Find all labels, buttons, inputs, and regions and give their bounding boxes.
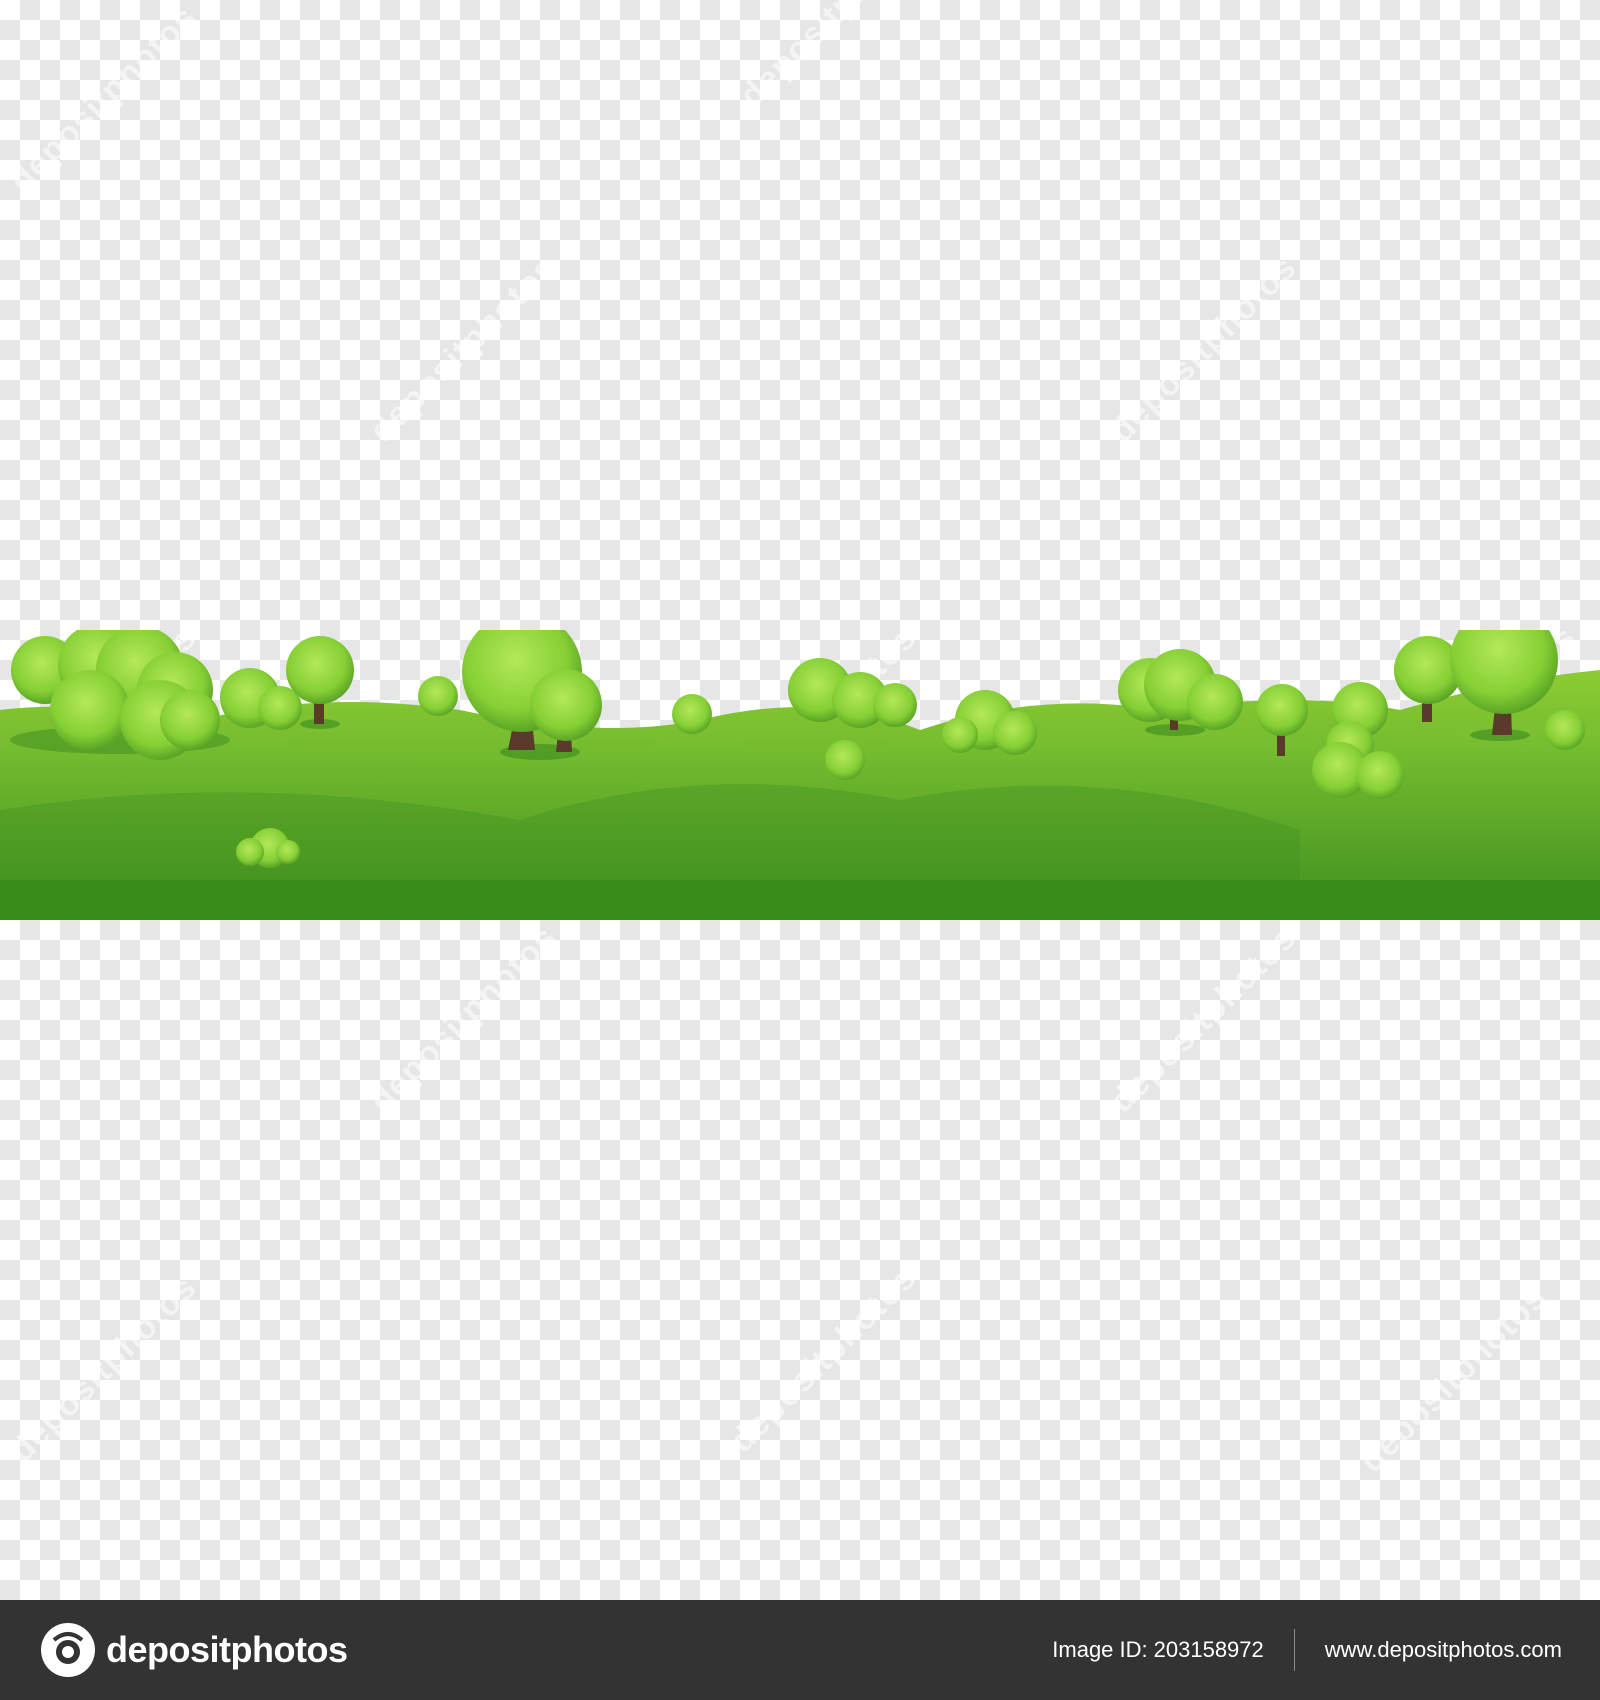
- bush-cluster-center: [788, 658, 917, 728]
- brand[interactable]: depositphotos: [40, 1622, 348, 1678]
- ground-strip: [0, 880, 1600, 920]
- bush: [1545, 710, 1585, 750]
- watermark: depositphotos: [732, 0, 935, 115]
- bush: [672, 694, 712, 734]
- divider: [1293, 1629, 1295, 1671]
- footer-info: Image ID: 203158972 www.depositphotos.co…: [1052, 1629, 1562, 1671]
- bush: [418, 676, 458, 716]
- watermark: depositphotos: [2, 1268, 205, 1470]
- watermark: depositphotos: [2, 0, 205, 200]
- watermark: depositphotos: [1102, 918, 1305, 1120]
- camera-logo-icon: [41, 1623, 95, 1677]
- bush-cluster-left: [10, 630, 230, 760]
- green-landscape: [0, 630, 1600, 920]
- watermark: depositphotos: [1102, 248, 1305, 450]
- bush: [825, 740, 865, 780]
- watermark: depositphotos: [1352, 1278, 1555, 1480]
- footer-bar: depositphotos Image ID: 203158972 www.de…: [0, 1600, 1600, 1700]
- watermark: depositphotos: [722, 1258, 925, 1460]
- website-link[interactable]: www.depositphotos.com: [1325, 1637, 1562, 1663]
- brand-name: depositphotos: [106, 1629, 348, 1670]
- watermark: depositphotos: [362, 918, 565, 1120]
- watermark: depositphotos: [362, 248, 565, 450]
- bush-cluster: [942, 690, 1037, 755]
- image-id-label: Image ID:: [1052, 1637, 1148, 1662]
- image-id-value: 203158972: [1153, 1637, 1264, 1662]
